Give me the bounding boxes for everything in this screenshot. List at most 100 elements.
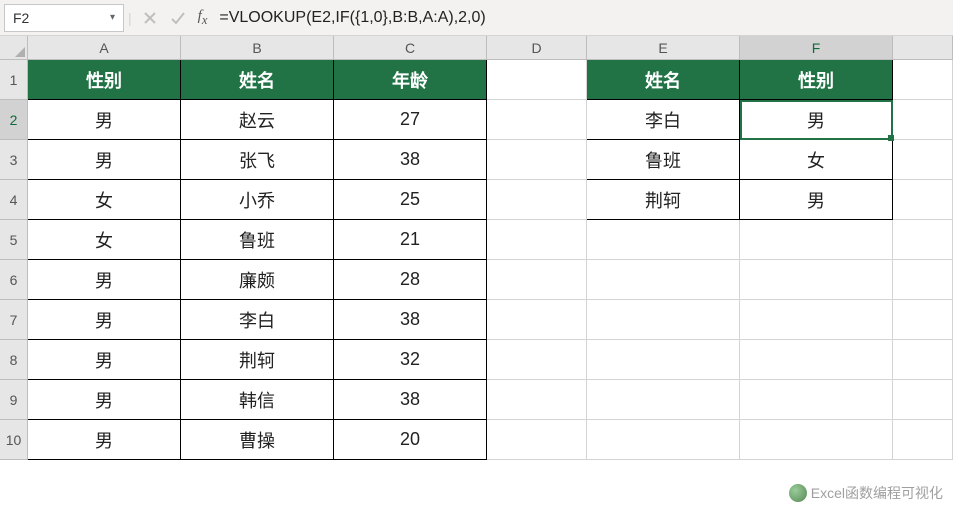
- separator: |: [128, 10, 132, 26]
- cell-B6[interactable]: 廉颇: [181, 260, 334, 300]
- cell-E7[interactable]: [587, 300, 740, 340]
- watermark-icon: [789, 484, 807, 502]
- row-header[interactable]: 2: [0, 100, 28, 140]
- row-header[interactable]: 9: [0, 380, 28, 420]
- col-header-empty[interactable]: [893, 36, 953, 60]
- cell-A2[interactable]: 男: [28, 100, 181, 140]
- cell-C8[interactable]: 32: [334, 340, 487, 380]
- cell-D6[interactable]: [487, 260, 587, 300]
- formula-input[interactable]: [213, 4, 949, 32]
- cell-C4[interactable]: 25: [334, 180, 487, 220]
- cell-C5[interactable]: 21: [334, 220, 487, 260]
- cell-D2[interactable]: [487, 100, 587, 140]
- cell-C6[interactable]: 28: [334, 260, 487, 300]
- cell-G1[interactable]: [893, 60, 953, 100]
- col-header[interactable]: B: [181, 36, 334, 60]
- cell-G3[interactable]: [893, 140, 953, 180]
- watermark-text: Excel函数编程可视化: [811, 483, 943, 503]
- enter-icon[interactable]: [164, 4, 192, 32]
- cell-G9[interactable]: [893, 380, 953, 420]
- cell-C2[interactable]: 27: [334, 100, 487, 140]
- col-header[interactable]: A: [28, 36, 181, 60]
- cell-E2[interactable]: 李白: [587, 100, 740, 140]
- cell-G7[interactable]: [893, 300, 953, 340]
- cell-F5[interactable]: [740, 220, 893, 260]
- cell-C1[interactable]: 年龄: [334, 60, 487, 100]
- cell-F4[interactable]: 男: [740, 180, 893, 220]
- cell-G6[interactable]: [893, 260, 953, 300]
- cell-D5[interactable]: [487, 220, 587, 260]
- cell-C7[interactable]: 38: [334, 300, 487, 340]
- cell-A5[interactable]: 女: [28, 220, 181, 260]
- cell-G10[interactable]: [893, 420, 953, 460]
- cell-B7[interactable]: 李白: [181, 300, 334, 340]
- cell-F8[interactable]: [740, 340, 893, 380]
- col-header[interactable]: D: [487, 36, 587, 60]
- cell-F1[interactable]: 性别: [740, 60, 893, 100]
- cell-A7[interactable]: 男: [28, 300, 181, 340]
- cell-B10[interactable]: 曹操: [181, 420, 334, 460]
- cell-A9[interactable]: 男: [28, 380, 181, 420]
- row-header[interactable]: 3: [0, 140, 28, 180]
- cell-E1[interactable]: 姓名: [587, 60, 740, 100]
- fx-icon[interactable]: fx: [198, 8, 208, 28]
- cell-B2[interactable]: 赵云: [181, 100, 334, 140]
- cell-A3[interactable]: 男: [28, 140, 181, 180]
- cell-F6[interactable]: [740, 260, 893, 300]
- cell-B4[interactable]: 小乔: [181, 180, 334, 220]
- cell-E6[interactable]: [587, 260, 740, 300]
- cell-D9[interactable]: [487, 380, 587, 420]
- row-header[interactable]: 7: [0, 300, 28, 340]
- row-header[interactable]: 5: [0, 220, 28, 260]
- cell-D1[interactable]: [487, 60, 587, 100]
- cell-E8[interactable]: [587, 340, 740, 380]
- cell-A6[interactable]: 男: [28, 260, 181, 300]
- cell-G5[interactable]: [893, 220, 953, 260]
- cell-E3[interactable]: 鲁班: [587, 140, 740, 180]
- cell-F9[interactable]: [740, 380, 893, 420]
- cell-F3[interactable]: 女: [740, 140, 893, 180]
- cell-A1[interactable]: 性别: [28, 60, 181, 100]
- cell-D8[interactable]: [487, 340, 587, 380]
- row-header[interactable]: 6: [0, 260, 28, 300]
- cell-F7[interactable]: [740, 300, 893, 340]
- col-header[interactable]: E: [587, 36, 740, 60]
- cell-B5[interactable]: 鲁班: [181, 220, 334, 260]
- cell-B1[interactable]: 姓名: [181, 60, 334, 100]
- cell-E5[interactable]: [587, 220, 740, 260]
- row-header[interactable]: 8: [0, 340, 28, 380]
- cell-C3[interactable]: 38: [334, 140, 487, 180]
- cell-F2[interactable]: 男: [740, 100, 893, 140]
- cancel-icon[interactable]: [136, 4, 164, 32]
- col-header[interactable]: C: [334, 36, 487, 60]
- row-header[interactable]: 1: [0, 60, 28, 100]
- cell-G4[interactable]: [893, 180, 953, 220]
- cell-G8[interactable]: [893, 340, 953, 380]
- cell-D4[interactable]: [487, 180, 587, 220]
- cell-D3[interactable]: [487, 140, 587, 180]
- cell-D10[interactable]: [487, 420, 587, 460]
- cell-C10[interactable]: 20: [334, 420, 487, 460]
- cell-C9[interactable]: 38: [334, 380, 487, 420]
- cell-E10[interactable]: [587, 420, 740, 460]
- cell-B9[interactable]: 韩信: [181, 380, 334, 420]
- cell-E9[interactable]: [587, 380, 740, 420]
- select-all-corner[interactable]: [0, 36, 28, 60]
- cell-A4[interactable]: 女: [28, 180, 181, 220]
- col-header[interactable]: F: [740, 36, 893, 60]
- cell-A10[interactable]: 男: [28, 420, 181, 460]
- cell-F10[interactable]: [740, 420, 893, 460]
- cell-B8[interactable]: 荆轲: [181, 340, 334, 380]
- column-headers: A B C D E F: [28, 36, 953, 60]
- cell-E4[interactable]: 荆轲: [587, 180, 740, 220]
- formula-bar-row: F2 ▾ | fx: [0, 0, 953, 36]
- name-box-value: F2: [13, 4, 29, 32]
- row-header[interactable]: 10: [0, 420, 28, 460]
- cell-G2[interactable]: [893, 100, 953, 140]
- name-box[interactable]: F2 ▾: [4, 4, 124, 32]
- cell-D7[interactable]: [487, 300, 587, 340]
- name-box-dropdown-icon[interactable]: ▾: [110, 4, 115, 32]
- row-header[interactable]: 4: [0, 180, 28, 220]
- cell-B3[interactable]: 张飞: [181, 140, 334, 180]
- cell-A8[interactable]: 男: [28, 340, 181, 380]
